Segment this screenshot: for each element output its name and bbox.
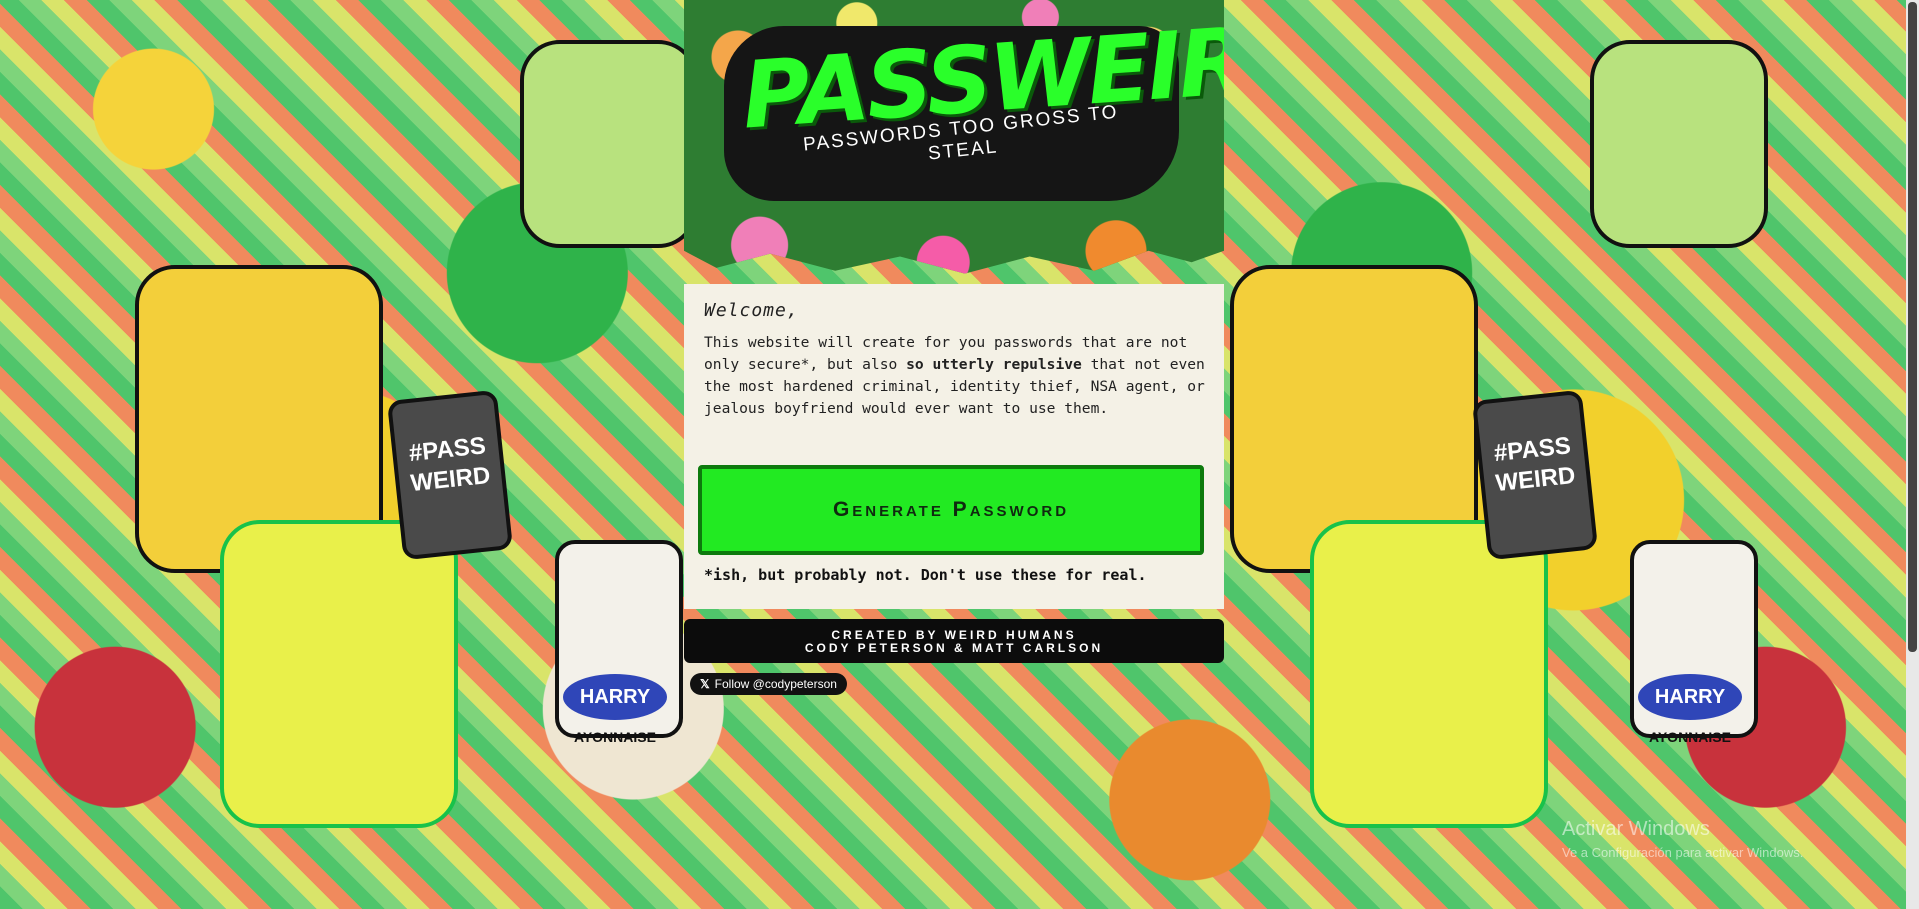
background-sticker [520, 40, 698, 248]
welcome-card: Welcome, This website will create for yo… [684, 284, 1224, 609]
credits-authors: CODY PETERSON & MATT CARLSON [804, 641, 1104, 655]
background-sticker [1590, 40, 1768, 248]
follow-twitter-button[interactable]: 𝕏 Follow @codypeterson [690, 673, 847, 695]
credits-bar: CREATED BY WEIRD HUMANS CODY PETERSON & … [684, 619, 1224, 663]
windows-activation-watermark: Activar Windows Ve a Configuración para … [1562, 818, 1803, 860]
page-scrollbar[interactable] [1906, 0, 1919, 909]
generate-password-label: Generate Password [832, 498, 1070, 521]
watermark-title: Activar Windows [1562, 818, 1710, 840]
scrollbar-thumb[interactable] [1908, 2, 1917, 652]
disclaimer-footnote: *ish, but probably not. Don't use these … [704, 566, 1147, 584]
welcome-heading: Welcome, [704, 300, 799, 321]
intro-text: This website will create for you passwor… [704, 332, 1214, 420]
header-art: PASSWEIRD PASSWORDS TOO GROSS TO STEAL [684, 0, 1224, 274]
background-sticker [220, 520, 458, 828]
mayonnaise-jar: HARRY AYONNAISE [555, 540, 683, 745]
passweird-badge: #PASS WEIRD [386, 389, 514, 561]
intro-emphasis: so utterly repulsive [906, 356, 1082, 373]
follow-label: Follow @codypeterson [714, 677, 837, 691]
jar-sublabel: AYONNAISE [1649, 729, 1731, 745]
generate-password-button[interactable]: Generate Password [698, 465, 1204, 555]
watermark-subtitle: Ve a Configuración para activar Windows. [1562, 845, 1804, 860]
background-sticker [1310, 520, 1548, 828]
jar-sublabel: AYONNAISE [574, 729, 656, 745]
mayonnaise-jar: HARRY AYONNAISE [1630, 540, 1758, 745]
x-logo-icon: 𝕏 [700, 677, 710, 691]
jar-label: HARRY [1638, 674, 1742, 720]
jar-label: HARRY [563, 674, 667, 720]
passweird-badge: #PASS WEIRD [1471, 389, 1599, 561]
